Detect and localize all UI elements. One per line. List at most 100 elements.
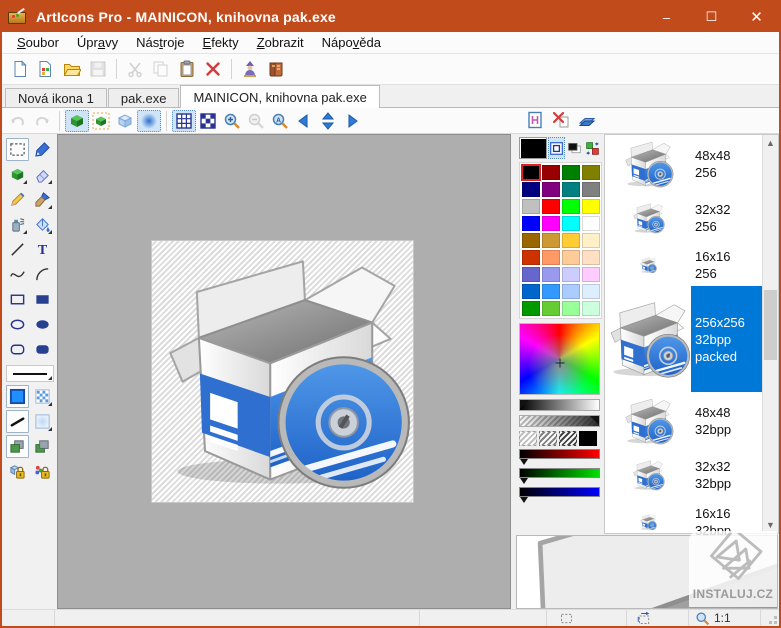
pencil-button[interactable]	[6, 188, 29, 211]
blue-slider-bar[interactable]	[519, 487, 600, 497]
menu-soubor[interactable]: Soubor	[8, 33, 68, 52]
lock-colors-button[interactable]	[31, 460, 54, 483]
palette-color-cc3300[interactable]	[522, 250, 540, 265]
order-background-button[interactable]	[31, 435, 54, 458]
palette-color-ff9966[interactable]	[542, 250, 560, 265]
palette-color-cc9933[interactable]	[542, 233, 560, 248]
red-slider-bar[interactable]	[519, 449, 600, 459]
palette-color-008080[interactable]	[562, 182, 580, 197]
view-smooth-button[interactable]	[137, 110, 161, 132]
zoom-actual-button[interactable]: A	[268, 110, 292, 132]
palette-color-00ffff[interactable]	[562, 216, 580, 231]
tab-pak-exe[interactable]: pak.exe	[108, 88, 180, 107]
palette-color-ffcc33[interactable]	[562, 233, 580, 248]
palette-color-00ff00[interactable]	[562, 199, 580, 214]
view-normal-button[interactable]	[65, 110, 89, 132]
brightness-slider[interactable]	[519, 399, 600, 411]
rectangle-filled-button[interactable]	[31, 288, 54, 311]
palette-color-800080[interactable]	[542, 182, 560, 197]
alpha-slider[interactable]	[519, 415, 600, 427]
select-button[interactable]	[6, 138, 29, 161]
line-width-button[interactable]	[6, 365, 54, 382]
green-slider-marker[interactable]	[520, 478, 528, 484]
alpha-preset-1[interactable]	[539, 431, 557, 446]
ellipse-button[interactable]	[6, 313, 29, 336]
resize-grip[interactable]	[763, 610, 779, 626]
zoom-in-button[interactable]	[220, 110, 244, 132]
background-color-button[interactable]	[548, 137, 565, 159]
palette-color-ffff00[interactable]	[582, 199, 600, 214]
view-frame-button[interactable]	[89, 110, 113, 132]
palette-color-990000[interactable]	[542, 165, 560, 180]
rounded-rectangle-filled-button[interactable]	[31, 338, 54, 361]
text-button[interactable]: T	[31, 238, 54, 261]
palette-color-ffe0c2[interactable]	[582, 250, 600, 265]
maximize-button[interactable]: ☐	[689, 2, 734, 32]
alpha-preset-2[interactable]	[559, 431, 577, 446]
palette-color-000000[interactable]	[522, 165, 540, 180]
scrollbar-thumb[interactable]	[764, 290, 777, 360]
wizard-button[interactable]	[237, 56, 263, 82]
close-button[interactable]: ✕	[734, 2, 779, 32]
scroll-up-icon[interactable]: ▲	[763, 135, 778, 151]
menu-zobrazit[interactable]: Zobrazit	[248, 33, 313, 52]
tab-mainicon-knihovna-pak-exe[interactable]: MAINICON, knihovna pak.exe	[180, 85, 379, 108]
menu-nastroje[interactable]: Nástroje	[127, 33, 193, 52]
fill-button[interactable]	[31, 213, 54, 236]
canvas-workspace[interactable]	[57, 134, 511, 609]
brush-button[interactable]	[31, 188, 54, 211]
shift-vertical-button[interactable]	[316, 110, 340, 132]
palette-color-66cc33[interactable]	[542, 301, 560, 316]
blue-slider-marker[interactable]	[520, 497, 528, 503]
palette-color-0000ff[interactable]	[522, 216, 540, 231]
palette-color-ccccff[interactable]	[562, 267, 580, 282]
palette-color-808000[interactable]	[582, 165, 600, 180]
palette-color-996600[interactable]	[522, 233, 540, 248]
green-slider-bar[interactable]	[519, 468, 600, 478]
icon-canvas[interactable]	[151, 240, 414, 503]
minimize-button[interactable]: –	[644, 2, 689, 32]
delete-format-button[interactable]	[549, 109, 573, 131]
palette-color-ffcc99[interactable]	[562, 250, 580, 265]
red-slider[interactable]	[519, 449, 602, 465]
palette-color-99ff99[interactable]	[562, 301, 580, 316]
smoothing-button[interactable]	[31, 410, 54, 433]
transparent-color-button[interactable]	[31, 385, 54, 408]
menu-upravy[interactable]: Úpravy	[68, 33, 127, 52]
fg-bg-colors-button[interactable]	[566, 137, 583, 159]
palette-color-6666cc[interactable]	[522, 267, 540, 282]
line-button[interactable]	[6, 238, 29, 261]
format-item-48x48-32bpp[interactable]: 48x4832bpp	[605, 392, 762, 449]
arc-button[interactable]	[31, 263, 54, 286]
flatten-image-button[interactable]	[575, 109, 599, 131]
format-item-32x32-256[interactable]: 32x32256	[605, 192, 762, 244]
palette-color-c0c0c0[interactable]	[522, 199, 540, 214]
help-button[interactable]	[263, 56, 289, 82]
format-properties-button[interactable]	[523, 109, 547, 131]
new-from-image-button[interactable]	[33, 56, 59, 82]
palette-color-ff00ff[interactable]	[542, 216, 560, 231]
format-item-48x48-256[interactable]: 48x48256	[605, 135, 762, 192]
palette-color-ff0000[interactable]	[542, 199, 560, 214]
open-button[interactable]	[59, 56, 85, 82]
hue-saturation-picker[interactable]	[519, 323, 600, 395]
format-item-32x32-32bpp[interactable]: 32x3232bpp	[605, 449, 762, 501]
rectangle-button[interactable]	[6, 288, 29, 311]
palette-color-9999ee[interactable]	[542, 267, 560, 282]
palette-color-ddeeff[interactable]	[582, 284, 600, 299]
ellipse-filled-button[interactable]	[31, 313, 54, 336]
palette-color-ccffdd[interactable]	[582, 301, 600, 316]
format-item-256x256-32bpp[interactable]: 256x25632bpppacked	[605, 286, 762, 392]
blue-slider[interactable]	[519, 487, 602, 503]
shift-right-button[interactable]	[340, 110, 364, 132]
show-grid-button[interactable]	[172, 110, 196, 132]
paste-button[interactable]	[174, 56, 200, 82]
stroke-style-button[interactable]	[6, 410, 29, 433]
shift-left-button[interactable]	[292, 110, 316, 132]
scrollbar-track[interactable]	[763, 151, 778, 517]
palette-color-ffccff[interactable]	[582, 267, 600, 282]
tab-nov-ikona-1[interactable]: Nová ikona 1	[5, 88, 107, 107]
palette-color-009900[interactable]	[522, 301, 540, 316]
delete-button[interactable]	[200, 56, 226, 82]
menu-napoveda[interactable]: Nápověda	[313, 33, 390, 52]
